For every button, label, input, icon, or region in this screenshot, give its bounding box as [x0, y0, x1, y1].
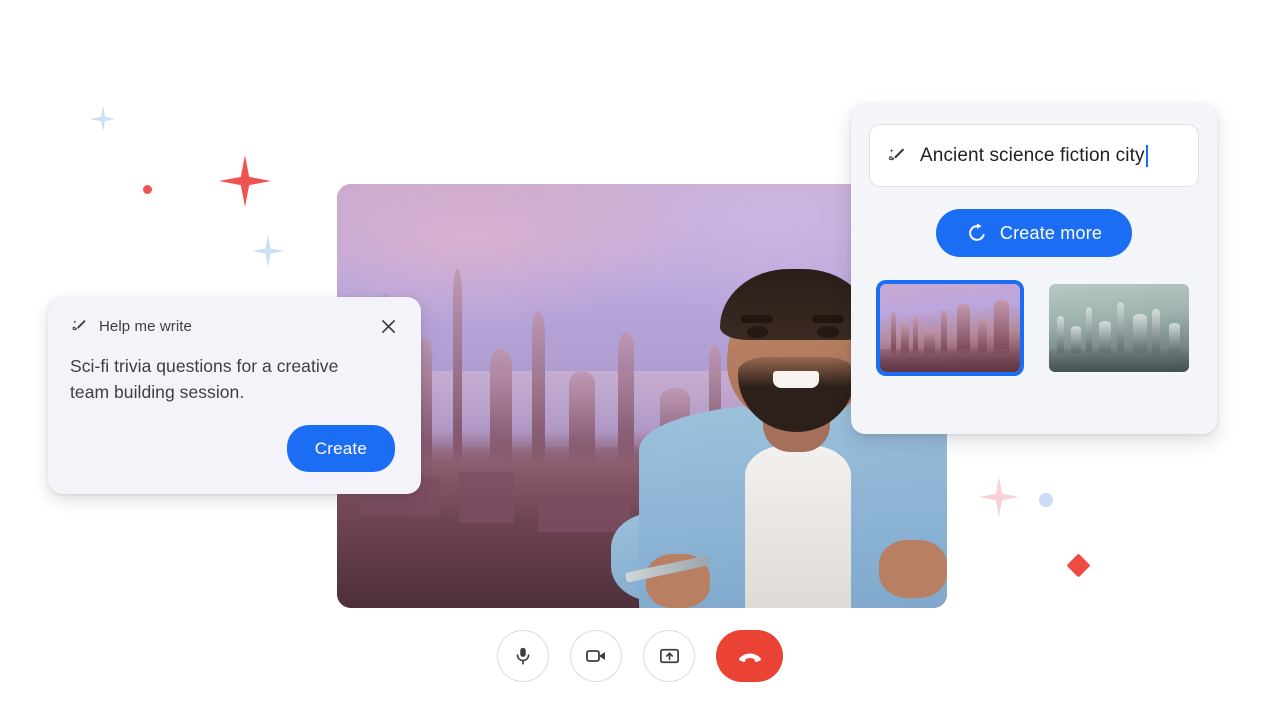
create-button[interactable]: Create	[286, 425, 395, 472]
help-me-write-title: Help me write	[99, 317, 192, 335]
sparkle-pink-1-icon	[979, 477, 1019, 517]
microphone-icon	[516, 647, 530, 665]
prompt-input-value-wrapper: Ancient science fiction city	[920, 144, 1148, 167]
sparkle-red-1-icon	[219, 155, 271, 207]
magic-pen-icon	[888, 148, 904, 160]
text-caret	[1145, 144, 1148, 167]
present-screen-icon	[659, 648, 679, 663]
diamond-red-1-icon	[1066, 553, 1091, 578]
close-button[interactable]	[377, 315, 399, 337]
create-more-button[interactable]: Create more	[936, 209, 1132, 257]
microphone-button[interactable]	[497, 630, 549, 682]
help-me-write-header: Help me write	[70, 315, 399, 337]
prompt-input[interactable]: Ancient science fiction city	[869, 124, 1199, 187]
end-call-button[interactable]	[716, 630, 783, 682]
present-button[interactable]	[643, 630, 695, 682]
camera-button[interactable]	[570, 630, 622, 682]
magic-pen-icon	[72, 319, 86, 330]
screenshot-root: Help me write Sci-fi trivia questions fo…	[0, 0, 1280, 720]
sparkle-blue-1-icon	[90, 106, 116, 132]
sparkle-blue-2-icon	[252, 235, 284, 267]
video-camera-icon	[586, 650, 605, 662]
end-call-icon	[738, 653, 761, 662]
refresh-icon	[969, 223, 985, 241]
prompt-input-value: Ancient science fiction city	[920, 144, 1145, 166]
create-more-label: Create more	[999, 222, 1103, 243]
help-me-write-prompt-text: Sci-fi trivia questions for a creative t…	[70, 356, 339, 402]
dot-blue-1-icon	[1039, 493, 1053, 507]
dot-red-1-icon	[143, 185, 152, 194]
help-me-write-card: Help me write Sci-fi trivia questions fo…	[48, 297, 421, 494]
generated-image-thumbnails	[869, 280, 1199, 376]
call-controls-bar	[0, 630, 1280, 682]
close-icon	[381, 319, 395, 333]
thumbnail-option-2[interactable]	[1045, 280, 1193, 376]
image-generation-panel: Ancient science fiction city Create more	[851, 104, 1217, 434]
thumbnail-option-1[interactable]	[875, 280, 1024, 376]
